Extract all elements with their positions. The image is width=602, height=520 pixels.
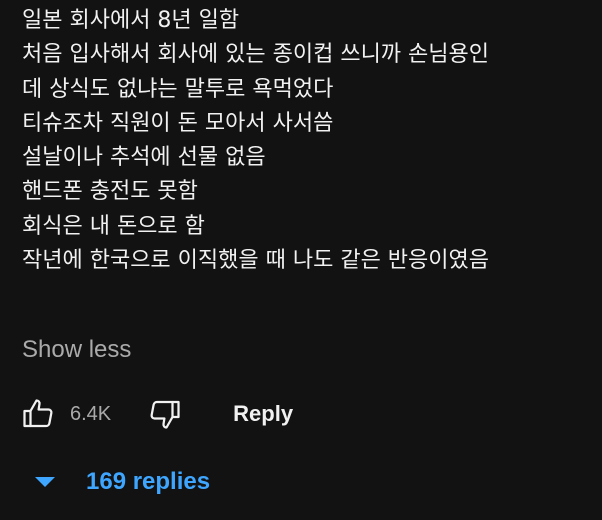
comment-line: 처음 입사해서 회사에 있는 종이컵 쓰니까 손님용인 [22,42,490,68]
thumbs-up-icon [23,399,53,428]
comment-line: 일본 회사에서 8년 일함 [22,8,240,33]
comment-line: 티슈조차 직원이 돈 모아서 사서씀 [22,110,334,136]
comment-actions: 6.4K Reply [18,394,293,434]
thumbs-down-icon [150,400,180,429]
comment-line: 작년에 한국으로 이직했을 때 나도 같은 반응이였음 [22,248,490,274]
reply-button[interactable]: Reply [233,401,293,427]
like-count: 6.4K [70,402,112,425]
caret-down-icon [35,477,55,487]
comment-line: 데 상식도 없냐는 말투로 욕먹었다 [22,76,334,102]
show-less-button[interactable]: Show less [22,336,131,364]
view-replies-button[interactable]: 169 replies [34,462,210,502]
like-button[interactable] [18,394,58,434]
comment-line: 핸드폰 충전도 못함 [22,179,198,205]
dislike-button[interactable] [145,394,185,434]
comment-text: 일본 회사에서 8년 일함 처음 입사해서 회사에 있는 종이컵 쓰니까 손님용… [22,4,489,278]
comment-line: 회식은 내 돈으로 함 [22,213,205,239]
replies-count-label[interactable]: 169 replies [86,468,210,496]
comment-line: 설날이나 추석에 선물 없음 [22,145,266,171]
